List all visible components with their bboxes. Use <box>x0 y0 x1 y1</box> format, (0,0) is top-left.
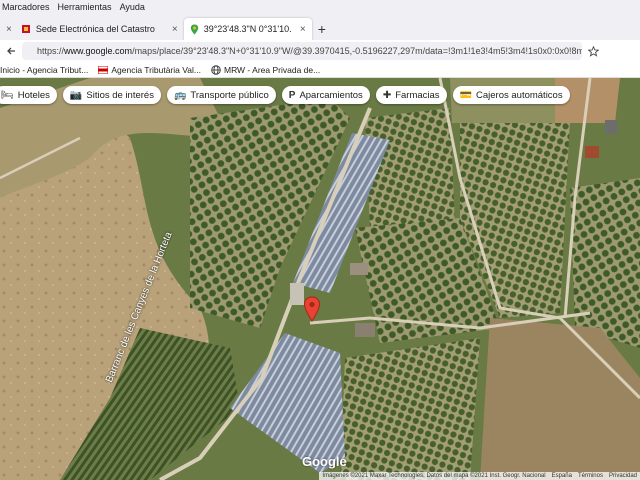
close-icon[interactable]: × <box>300 24 306 35</box>
building <box>585 146 599 158</box>
atv-favicon-icon <box>98 65 109 74</box>
bookmark-item[interactable]: Inicio - Agencia Tribut... <box>0 65 88 75</box>
chip-points-of-interest[interactable]: 📷 Sitios de interés <box>62 86 161 104</box>
orchard-field <box>340 338 480 480</box>
building <box>605 120 617 134</box>
atm-icon: 💳 <box>459 89 472 101</box>
camera-icon: 📷 <box>69 89 83 101</box>
map-attribution: Imágenes ©2021 Maxar Technologies, Datos… <box>319 472 640 480</box>
chip-label: Hoteles <box>17 89 50 101</box>
parking-icon: P <box>288 89 296 101</box>
tab-title: Sede Electrónica del Catastro <box>35 24 155 34</box>
catastro-favicon-icon <box>21 25 30 33</box>
chip-label: Sitios de interés <box>86 89 154 101</box>
url-scheme: https:// <box>37 46 65 56</box>
chip-atm[interactable]: 💳 Cajeros automáticos <box>452 86 570 104</box>
satellite-imagery <box>0 78 640 480</box>
bookmark-star-icon[interactable] <box>588 45 599 57</box>
tab-title: 39°23'48.3"N 0°31'10.9"W - Goo <box>203 24 291 34</box>
building <box>350 263 368 275</box>
navigation-toolbar: https://www.google.com/maps/place/39°23'… <box>0 40 640 62</box>
chip-label: Farmacias <box>395 89 440 101</box>
chip-label: Aparcamientos <box>299 89 363 101</box>
bed-icon: 🛏 <box>1 89 14 101</box>
tab-previous[interactable]: × Sede Electrónica del Catastro × <box>0 18 184 40</box>
tab-close-icon[interactable]: × <box>6 24 12 35</box>
plus-icon: + <box>317 21 326 37</box>
pharmacy-icon: ✚ <box>382 89 392 101</box>
category-chips: 🛏 Hoteles 📷 Sitios de interés 🚌 Transporte … <box>0 86 570 104</box>
globe-icon <box>211 64 221 75</box>
satellite-map[interactable]: 🛏 Hoteles 📷 Sitios de interés 🚌 Transporte … <box>0 78 640 480</box>
building <box>355 323 375 337</box>
url-path: /maps/place/39°23'48.3"N+0°31'10.9"W/@39… <box>132 46 582 56</box>
bookmark-label: MRW - Area Privada de... <box>223 64 321 75</box>
google-logo: Google <box>302 454 347 469</box>
address-bar[interactable]: https://www.google.com/maps/place/39°23'… <box>22 42 582 60</box>
google-maps-favicon-icon <box>190 24 198 34</box>
privacy-link[interactable]: Privacidad <box>609 473 637 479</box>
bookmark-item[interactable]: MRW - Area Privada de... <box>211 65 320 75</box>
chip-label: Transporte público <box>190 89 269 101</box>
chip-pharmacies[interactable]: ✚ Farmacias <box>375 86 447 104</box>
bookmark-label: Inicio - Agencia Tribut... <box>0 64 89 75</box>
attribution-text: Imágenes ©2021 Maxar Technologies, Datos… <box>322 473 546 479</box>
tab-strip: × Sede Electrónica del Catastro × 39°23'… <box>0 14 640 40</box>
building <box>290 283 304 305</box>
chip-public-transport[interactable]: 🚌 Transporte público <box>166 86 276 104</box>
bus-icon: 🚌 <box>173 89 187 101</box>
menu-help[interactable]: Ayuda <box>120 2 145 12</box>
tab-active[interactable]: 39°23'48.3"N 0°31'10.9"W - Goo × <box>183 18 312 40</box>
new-tab-button[interactable]: + <box>312 18 332 40</box>
chip-label: Cajeros automáticos <box>476 89 563 101</box>
url-host: www.google.com <box>64 46 133 56</box>
chip-parking[interactable]: P Aparcamientos <box>281 86 370 104</box>
bookmark-label: Agencia Tributària Val... <box>111 64 201 75</box>
menu-bookmarks[interactable]: Marcadores <box>2 2 50 12</box>
orchard-field <box>570 178 640 348</box>
bookmark-item[interactable]: Agencia Tributària Val... <box>98 65 201 75</box>
country-link[interactable]: España <box>552 473 572 479</box>
close-icon[interactable]: × <box>172 24 178 35</box>
menu-bar: Marcadores Herramientas Ayuda <box>0 0 640 14</box>
terms-link[interactable]: Términos <box>578 473 603 479</box>
menu-tools[interactable]: Herramientas <box>58 2 112 12</box>
arrow-icon[interactable] <box>6 46 16 56</box>
location-pin-icon[interactable] <box>303 296 321 322</box>
chip-hotels[interactable]: 🛏 Hoteles <box>0 86 57 104</box>
bookmarks-bar: Inicio - Agencia Tribut... Agencia Tribu… <box>0 62 640 78</box>
